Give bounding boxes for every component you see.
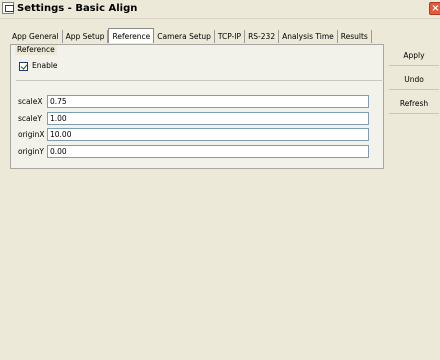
scalex-input[interactable]: 0.75 bbox=[47, 95, 369, 108]
tab-reference[interactable]: Reference bbox=[108, 28, 155, 43]
tab-results[interactable]: Results bbox=[338, 30, 372, 43]
close-icon[interactable]: × bbox=[429, 2, 440, 15]
scaley-input[interactable]: 1.00 bbox=[47, 112, 369, 125]
tab-rs-232[interactable]: RS-232 bbox=[245, 30, 280, 43]
refresh-button[interactable]: Refresh bbox=[389, 94, 439, 114]
scaley-label: scaleY bbox=[18, 114, 42, 123]
enable-checkbox[interactable] bbox=[19, 61, 28, 71]
apply-button[interactable]: Apply bbox=[389, 46, 439, 66]
originy-label: originY bbox=[18, 147, 44, 156]
tab-camera-setup[interactable]: Camera Setup bbox=[154, 30, 215, 43]
reference-group-legend: Reference bbox=[15, 45, 57, 55]
title-bar: Settings - Basic Align × bbox=[0, 0, 440, 19]
enable-checkbox-label[interactable]: Enable bbox=[32, 61, 58, 71]
scalex-label: scaleX bbox=[18, 97, 43, 106]
window-title: Settings - Basic Align bbox=[17, 3, 138, 14]
tab-app-general[interactable]: App General bbox=[10, 30, 63, 43]
undo-button[interactable]: Undo bbox=[389, 70, 439, 90]
originx-label: originX bbox=[18, 130, 45, 139]
group-divider bbox=[16, 80, 382, 81]
enable-checkbox-row[interactable]: Enable bbox=[19, 61, 58, 71]
tab-analysis-time[interactable]: Analysis Time bbox=[279, 30, 338, 43]
originy-input[interactable]: 0.00 bbox=[47, 145, 369, 158]
settings-window-icon bbox=[2, 2, 14, 14]
tab-tcp-ip[interactable]: TCP-IP bbox=[215, 30, 246, 43]
tab-strip: App General App Setup Reference Camera S… bbox=[10, 28, 372, 44]
originx-input[interactable]: 10.00 bbox=[47, 128, 369, 141]
tab-app-setup[interactable]: App Setup bbox=[63, 30, 109, 43]
